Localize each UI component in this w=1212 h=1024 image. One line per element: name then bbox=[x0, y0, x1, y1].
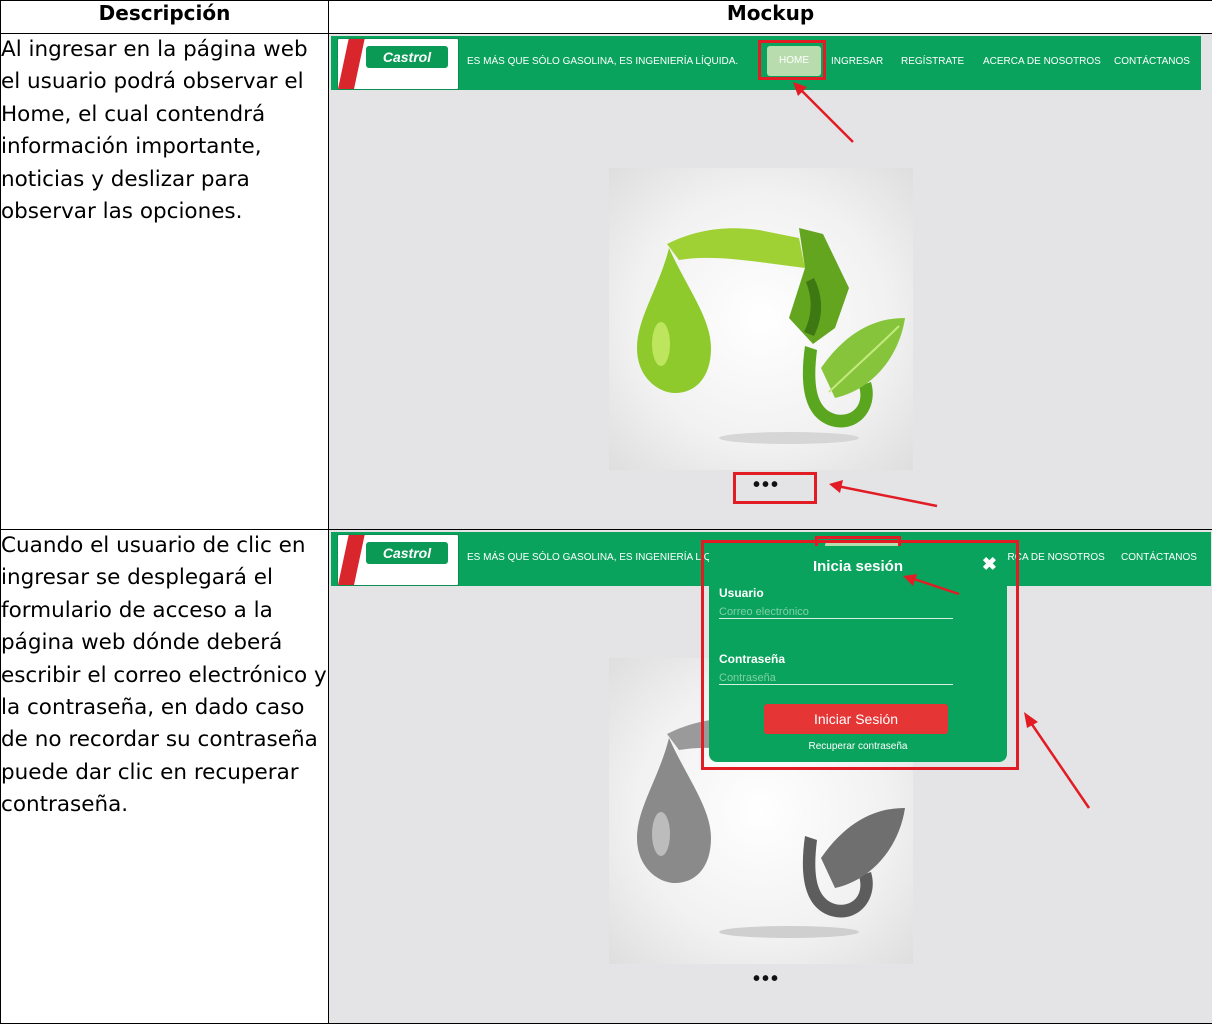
site-tagline: ES MÁS QUE SÓLO GASOLINA, ES INGENIERÍA … bbox=[467, 56, 738, 67]
nav-acerca[interactable]: ACERCA DE NOSOTROS bbox=[983, 56, 1101, 67]
logo-red-stripe bbox=[338, 39, 365, 89]
annotation-arrow-home bbox=[789, 78, 859, 148]
highlight-carousel-dots bbox=[733, 472, 817, 504]
row2-description: Cuando el usuario de clic en ingresar se… bbox=[1, 530, 329, 1024]
description-mockup-table: Descripción Mockup Al ingresar en la pág… bbox=[0, 0, 1212, 1024]
castrol-logo[interactable]: Castrol bbox=[337, 534, 459, 586]
row2-mockup: Castrol ES MÁS QUE SÓLO GASOLINA, ES ING… bbox=[329, 530, 1212, 1024]
site-tagline: ES MÁS QUE SÓLO GASOLINA, ES INGENIERÍA … bbox=[467, 552, 738, 563]
highlight-home bbox=[758, 40, 826, 80]
logo-red-stripe bbox=[338, 535, 365, 585]
nav-ingresar[interactable]: INGRESAR bbox=[831, 56, 883, 67]
header-mockup: Mockup bbox=[329, 1, 1212, 34]
header-description: Descripción bbox=[1, 1, 329, 34]
carousel-dots[interactable]: ••• bbox=[753, 968, 780, 991]
carousel-slide-image bbox=[609, 168, 913, 470]
castrol-logo[interactable]: Castrol bbox=[337, 38, 459, 90]
annotation-arrow-dots bbox=[825, 472, 945, 512]
nav-registrate[interactable]: REGÍSTRATE bbox=[901, 56, 964, 67]
row1-description: Al ingresar en la página web el usuario … bbox=[1, 34, 329, 530]
nav-contactanos[interactable]: CONTÁCTANOS bbox=[1121, 552, 1197, 563]
annotation-arrow-ingresar bbox=[899, 572, 979, 598]
annotation-arrow-modal bbox=[1019, 708, 1099, 818]
logo-text: Castrol bbox=[366, 542, 448, 564]
fuel-nozzle-drop-leaf-image bbox=[609, 168, 913, 470]
row1-mockup: Castrol ES MÁS QUE SÓLO GASOLINA, ES ING… bbox=[329, 34, 1212, 530]
logo-text: Castrol bbox=[366, 46, 448, 68]
nav-contactanos[interactable]: CONTÁCTANOS bbox=[1114, 56, 1190, 67]
